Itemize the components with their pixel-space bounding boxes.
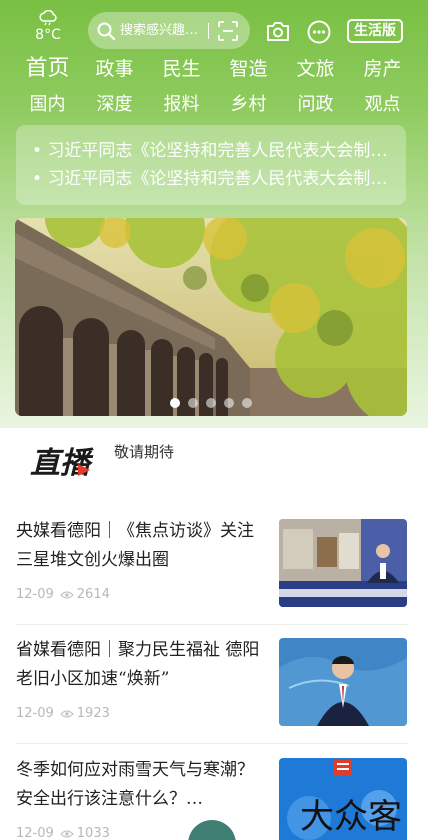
nav-item-real-estate[interactable]: 房产: [349, 56, 416, 82]
news-thumbnail: [279, 638, 407, 726]
nav-item-politics[interactable]: 政事: [81, 56, 148, 82]
news-date: 12-09: [16, 706, 54, 721]
camera-icon[interactable]: [265, 19, 291, 43]
live-status: 敬请期待: [114, 443, 175, 461]
message-icon[interactable]: [306, 19, 332, 45]
nav-item-home[interactable]: 首页: [14, 56, 81, 82]
weather-widget[interactable]: 8°C: [30, 10, 66, 43]
news-date: 12-09: [16, 587, 54, 602]
eye-icon: [59, 590, 74, 599]
watermark-logo: 大众客: [300, 797, 402, 837]
nav-item-depth[interactable]: 深度: [81, 93, 148, 117]
nav-item-domestic[interactable]: 国内: [14, 93, 81, 117]
search-input[interactable]: [120, 23, 202, 38]
banner-carousel[interactable]: [15, 218, 407, 416]
life-edition-button[interactable]: 生活版: [347, 19, 403, 43]
headline-item[interactable]: 习近平同志《论坚持和完善人民代表大会制度》出版发行: [32, 165, 392, 193]
carousel-dot[interactable]: [242, 398, 252, 408]
nav-item-livelihood[interactable]: 民生: [148, 56, 215, 82]
news-date: 12-09: [16, 826, 54, 840]
nav-item-inquiry[interactable]: 问政: [282, 93, 349, 117]
search-divider: [208, 22, 209, 39]
list-divider: [16, 743, 408, 744]
news-views: 1923: [76, 706, 110, 721]
search-bar[interactable]: [88, 12, 250, 49]
eye-icon: [59, 709, 74, 718]
search-icon: [97, 22, 116, 40]
news-thumbnail: [279, 519, 407, 607]
watermark-text: 大众客: [300, 797, 402, 837]
temperature: 8°C: [35, 27, 61, 43]
carousel-dot[interactable]: [188, 398, 198, 408]
news-item[interactable]: 央媒看德阳｜《焦点访谈》关注三星堆文创火爆出圈 12-09 2614: [0, 517, 428, 635]
scan-icon[interactable]: [217, 20, 239, 42]
channel-nav-secondary: 国内 深度 报料 乡村 问政 观点: [0, 93, 428, 117]
carousel-dot[interactable]: [206, 398, 216, 408]
carousel-indicator: [170, 398, 252, 408]
news-title: 冬季如何应对雨雪天气与寒潮？安全出行该注意什么？…: [16, 760, 254, 809]
news-views: 2614: [76, 587, 110, 602]
nav-item-rural[interactable]: 乡村: [215, 93, 282, 117]
carousel-dot[interactable]: [170, 398, 180, 408]
headline-ticker: 习近平同志《论坚持和完善人民代表大会制度》主要篇目介绍 习近平同志《论坚持和完善…: [16, 125, 406, 205]
news-meta: 12-09 2614: [16, 587, 110, 602]
carousel-dot[interactable]: [224, 398, 234, 408]
news-meta: 12-09 1033: [16, 826, 110, 840]
nav-item-tipoff[interactable]: 报料: [148, 93, 215, 117]
nav-item-manufacturing[interactable]: 智造: [215, 56, 282, 82]
news-title: 省媒看德阳｜聚力民生福祉 德阳老旧小区加速“焕新”: [16, 640, 260, 689]
news-title: 央媒看德阳｜《焦点访谈》关注三星堆文创火爆出圈: [16, 521, 254, 570]
news-item[interactable]: 省媒看德阳｜聚力民生福祉 德阳老旧小区加速“焕新” 12-09 1923: [0, 636, 428, 754]
cloud-icon: [39, 10, 57, 26]
banner-image: [15, 218, 407, 416]
nav-item-culture-tourism[interactable]: 文旅: [282, 56, 349, 82]
live-logo-text: 直播: [30, 446, 94, 480]
channel-nav-primary: 首页 政事 民生 智造 文旅 房产: [0, 56, 428, 82]
news-views: 1033: [76, 826, 110, 840]
nav-item-opinion[interactable]: 观点: [349, 93, 416, 117]
headline-item[interactable]: 习近平同志《论坚持和完善人民代表大会制度》主要篇目介绍: [32, 137, 392, 165]
live-logo: 直播: [30, 446, 94, 480]
list-divider: [16, 624, 408, 625]
eye-icon: [59, 829, 74, 838]
news-meta: 12-09 1923: [16, 706, 110, 721]
